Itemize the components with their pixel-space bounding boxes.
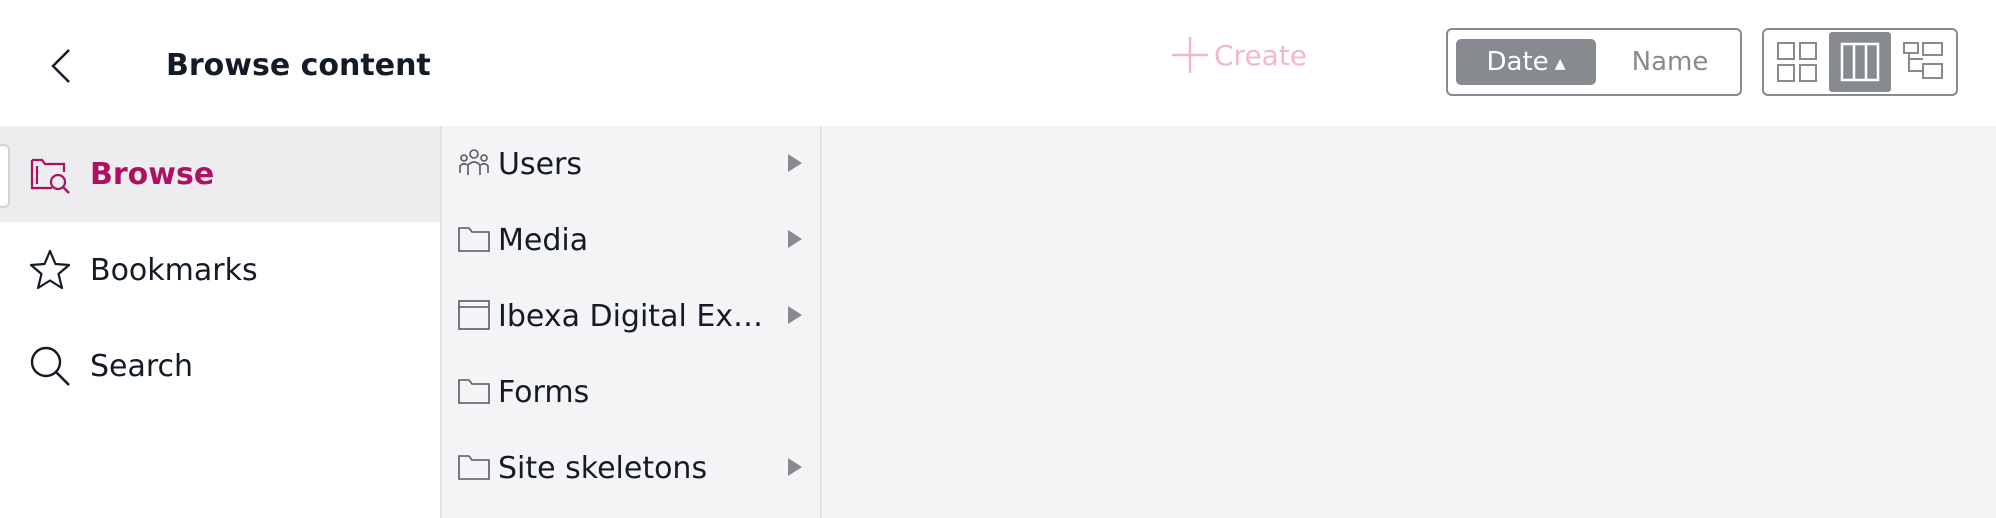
tree-item-label: Ibexa Digital Exp... xyxy=(498,298,778,334)
sort-by-date-button[interactable]: Date ▲ xyxy=(1456,39,1596,85)
plus-icon xyxy=(1172,37,1208,73)
grid-view-button[interactable] xyxy=(1766,32,1829,92)
create-label: Create xyxy=(1214,38,1308,72)
back-button[interactable] xyxy=(38,40,84,92)
sidebar: Browse Bookmarks Search xyxy=(0,126,440,518)
tree-item-media[interactable]: Media xyxy=(442,202,822,278)
folder-icon xyxy=(458,450,490,484)
folder-icon xyxy=(458,374,490,408)
sidebar-item-browse[interactable]: Browse xyxy=(0,126,440,222)
sort-toggle: Date ▲ Name xyxy=(1446,28,1742,96)
sort-name-label: Name xyxy=(1631,47,1709,77)
tree-view-button[interactable] xyxy=(1891,32,1954,92)
tree-item-label: Forms xyxy=(498,374,590,410)
sidebar-item-search[interactable]: Search xyxy=(0,318,440,414)
view-mode-toggle xyxy=(1762,28,1958,96)
tree-icon xyxy=(1902,42,1943,79)
sort-date-label: Date xyxy=(1486,47,1549,77)
header: Browse content Create Date ▲ Name xyxy=(0,0,1996,126)
caret-right-icon xyxy=(788,458,802,476)
users-icon xyxy=(458,146,490,180)
sort-ascending-icon: ▲ xyxy=(1554,56,1566,72)
page-title: Browse content xyxy=(166,48,431,83)
grid-icon xyxy=(1777,42,1818,82)
sidebar-item-bookmarks[interactable]: Bookmarks xyxy=(0,222,440,318)
sidebar-item-label: Search xyxy=(90,348,194,384)
caret-right-icon xyxy=(788,154,802,172)
create-button[interactable]: Create xyxy=(1170,30,1307,80)
landing-page-icon xyxy=(458,298,490,332)
sidebar-item-label: Bookmarks xyxy=(90,252,258,288)
caret-right-icon xyxy=(788,306,802,324)
folder-icon xyxy=(458,222,490,256)
caret-right-icon xyxy=(788,230,802,248)
content-preview-column xyxy=(822,126,1996,518)
browse-folder-search-icon xyxy=(28,152,72,196)
sidebar-item-label: Browse xyxy=(90,156,215,192)
columns-icon xyxy=(1840,42,1880,82)
star-icon xyxy=(28,248,72,292)
tree-item-forms[interactable]: Forms xyxy=(442,354,822,430)
search-icon xyxy=(28,344,72,388)
tree-item-site-skeletons[interactable]: Site skeletons xyxy=(442,430,822,506)
tree-item-label: Users xyxy=(498,146,583,182)
chevron-left-icon xyxy=(51,49,70,83)
tree-item-label: Site skeletons xyxy=(498,450,708,486)
content-tree-column: Users Media Ibexa Digital Exp... Forms S… xyxy=(440,126,822,518)
tree-item-label: Media xyxy=(498,222,589,258)
tree-item-ibexa-digital-experience[interactable]: Ibexa Digital Exp... xyxy=(442,278,822,354)
tree-item-users[interactable]: Users xyxy=(442,126,822,202)
columns-view-button[interactable] xyxy=(1828,32,1892,92)
sort-by-name-button[interactable]: Name xyxy=(1608,39,1732,85)
